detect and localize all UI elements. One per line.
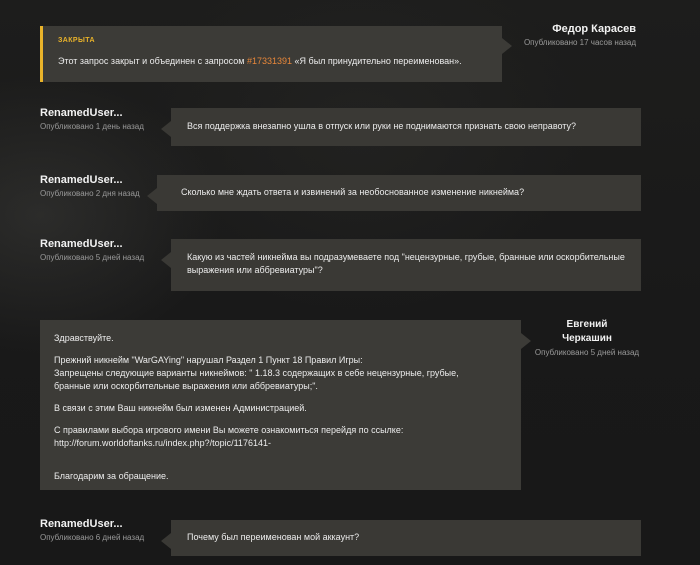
author-first-name: Евгений [566, 319, 608, 330]
closed-label: ЗАКРЫТА [58, 37, 95, 44]
author-name: RenamedUser... [40, 174, 123, 186]
reply-closing: Благодарим за обращение. [54, 471, 169, 481]
staff-meta: Евгений Черкашин Опубликовано 5 дней наз… [532, 318, 642, 358]
post-time: Опубликовано 5 дней назад [40, 253, 145, 262]
message-text: Сколько мне ждать ответа и извинений за … [181, 187, 525, 197]
author-last-name: Черкашин [562, 333, 612, 344]
post-time: Опубликовано 2 дня назад [40, 189, 140, 198]
author-name: RenamedUser... [40, 518, 123, 530]
post-time: Опубликовано 5 дней назад [534, 348, 640, 357]
author-name: RenamedUser... [40, 107, 123, 119]
message-text: Почему был переименован мой аккаунт? [187, 532, 360, 542]
closed-notice: ЗАКРЫТА Этот запрос закрыт и объединен с… [40, 26, 512, 82]
closed-notice-text: Этот запрос закрыт и объединен с запросо… [58, 56, 462, 66]
post-time: Опубликовано 6 дней назад [40, 533, 145, 542]
merged-request-link[interactable]: #17331391 [247, 56, 292, 66]
post-time: Опубликовано 17 часов назад [523, 38, 636, 47]
message-bubble: Почему был переименован мой аккаунт? [161, 520, 641, 556]
message-bubble: Какую из частей никнейма вы подразумевае… [161, 239, 641, 291]
message-meta: RenamedUser... Опубликовано 1 день назад [40, 106, 144, 132]
post-time: Опубликовано 1 день назад [40, 122, 144, 131]
closed-text-before: Этот запрос закрыт и объединен с запросо… [58, 56, 247, 66]
reply-paragraph: В связи с этим Ваш никнейм был изменен А… [54, 403, 307, 413]
message-text: Какую из частей никнейма вы подразумевае… [187, 252, 625, 275]
message-meta: RenamedUser... Опубликовано 2 дня назад [40, 173, 140, 199]
message-meta: RenamedUser... Опубликовано 5 дней назад [40, 237, 144, 263]
message-text: Вся поддержка внезапно ушла в отпуск или… [187, 121, 577, 131]
message-bubble: Сколько мне ждать ответа и извинений за … [147, 175, 641, 211]
staff-reply-bubble: Здравствуйте. Прежний никнейм "WarGAYing… [40, 320, 531, 490]
message-meta: RenamedUser... Опубликовано 6 дней назад [40, 517, 144, 543]
reply-paragraph: Прежний никнейм "WarGAYing" нарушал Разд… [54, 355, 459, 391]
closed-notice-meta: Федор Карасев Опубликовано 17 часов наза… [524, 22, 636, 48]
closed-text-after: «Я был принудительно переименован». [292, 56, 462, 66]
reply-paragraph: С правилами выбора игрового имени Вы мож… [54, 425, 404, 448]
message-bubble: Вся поддержка внезапно ушла в отпуск или… [161, 108, 641, 146]
reply-greeting: Здравствуйте. [54, 333, 114, 343]
author-name: RenamedUser... [40, 238, 123, 250]
author-name: Федор Карасев [552, 23, 636, 35]
